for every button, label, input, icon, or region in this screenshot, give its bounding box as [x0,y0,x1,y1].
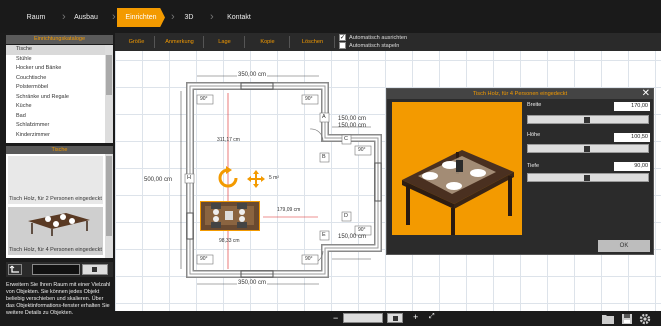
help-text: Erweitern Sie Ihren Raum mit einer Vielz… [6,282,111,316]
save-icon[interactable] [621,313,633,325]
export-icon[interactable] [8,264,22,275]
catalog-list: Tische Stühle Hocker und Bänke Couchtisc… [6,45,113,143]
product-card[interactable]: Tisch Holz, für 4 Personen eingedeckt [8,207,103,255]
zoom-in-button[interactable]: + [413,312,418,322]
catalog-item[interactable]: Küche [6,102,113,112]
angle-label: 90° [200,256,208,262]
width-label: Breite [527,102,542,108]
catalog-scrollbar[interactable] [105,45,113,143]
angle-label: 90° [358,147,366,153]
area-label: 5 m² [269,175,279,181]
dimension-bottom: 350,00 cm [237,280,268,286]
product-scrollbar[interactable] [105,154,113,258]
nav-step-kontakt[interactable]: Kontakt [222,8,256,27]
close-icon[interactable]: ✕ [642,89,650,99]
width-value[interactable]: 170,00 [614,102,650,111]
catalog-item[interactable]: Polstermöbel [6,83,113,93]
product-list: Tisch Holz, für 2 Personen eingedeckt Ti… [6,154,113,258]
dialog-title: Tisch Holz, für 4 Personen eingedeckt [387,89,653,99]
dimension-inner: 311,17 cm [217,137,240,143]
left-toolbar [6,262,113,277]
catalog-title: Einrichtungskataloge [6,35,113,44]
selected-table-object[interactable] [200,201,260,231]
chevron-right-icon: › [171,11,175,23]
wall-letter[interactable]: A [322,114,326,120]
height-label: Höhe [527,132,541,138]
depth-slider[interactable] [527,173,649,182]
delete-button[interactable]: Löschen [291,36,335,48]
dimension-inner: 179,09 cm [277,207,301,213]
canvas-toolbar: Größe Anmerkung Lage Kopie Löschen ✓ Auto… [115,33,661,51]
size-button[interactable]: Größe [119,36,155,48]
height-slider[interactable] [527,144,649,153]
zoom-handle[interactable] [387,313,403,323]
table-top-view [205,203,254,228]
catalog-item[interactable]: Stühle [6,54,113,64]
chevron-right-icon: › [112,11,116,23]
catalog-item[interactable]: Schränke und Regale [6,92,113,102]
dimension-right-mid: 150,00 cm [338,123,367,129]
height-value[interactable]: 100,50 [614,133,650,142]
wall-letter[interactable]: B [322,154,326,160]
nav-step-ausbau[interactable]: Ausbau [66,8,106,27]
angle-label: 90° [305,96,313,102]
depth-label: Tiefe [527,163,540,169]
auto-align-label: Automatisch ausrichten [349,35,408,41]
width-slider[interactable] [527,115,649,124]
fullscreen-icon[interactable]: ⤢ [429,313,435,321]
left-panel: Einrichtungskataloge Tische Stühle Hocke… [0,33,115,326]
catalog-item[interactable]: Bad [6,111,113,121]
catalog-item[interactable]: Kinderzimmer [6,130,113,140]
wall-letter[interactable]: C [344,136,348,142]
product-slider[interactable] [82,264,108,275]
rotate-icon[interactable] [216,166,242,190]
folder-icon[interactable] [601,313,615,325]
copy-button[interactable]: Kopie [246,36,290,48]
product-card[interactable]: Tisch Holz, für 2 Personen eingedeckt [8,156,103,204]
angle-label: 90° [200,96,208,102]
ok-button[interactable]: OK [598,240,650,252]
catalog-item[interactable]: Tische [6,45,113,55]
product-label: Tisch Holz, für 2 Personen eingedeckt [9,195,102,202]
zoom-out-button[interactable]: − [333,313,338,323]
dimension-inner: 98,33 cm [219,238,240,244]
move-icon[interactable] [246,169,266,189]
check-icon: ✓ [339,34,346,42]
chevron-right-icon: › [210,11,214,23]
dimension-left: 500,00 cm [144,177,173,183]
dimension-top: 350,00 cm [237,72,268,78]
object-info-dialog: Tisch Holz, für 4 Personen eingedeckt ✕ … [386,88,654,255]
wall-letter[interactable]: D [344,213,348,219]
top-navigation: Raum › Ausbau › Einrichten › 3D › Kontak… [0,0,661,33]
nav-step-3d[interactable]: 3D [176,8,202,27]
wall-letter[interactable]: E [322,232,326,238]
gear-icon[interactable] [639,313,651,325]
wall-letter[interactable]: H [187,175,191,181]
auto-stack-checkbox[interactable]: Automatisch stapeln [339,42,399,50]
annotation-button[interactable]: Anmerkung [156,36,204,48]
auto-stack-label: Automatisch stapeln [349,43,400,49]
table-thumbnail-image [28,213,90,236]
dimension-right-bottom: 150,00 cm [338,234,367,240]
zoom-slider[interactable] [343,313,383,323]
product-preview-image [392,102,522,235]
dimension-right-top: 150,00 cm [338,116,367,122]
product-search-input[interactable] [32,264,80,275]
catalog-item[interactable]: Couchtische [6,73,113,83]
catalog-item[interactable]: Hocker und Bänke [6,64,113,74]
catalog-item[interactable]: Schlafzimmer [6,121,113,131]
nav-step-einrichten[interactable]: Einrichten [117,8,165,27]
position-button[interactable]: Lage [205,36,245,48]
nav-step-raum[interactable]: Raum [16,8,56,27]
angle-label: 90° [305,256,313,262]
bottom-bar: − + ⤢ [115,311,661,326]
auto-align-checkbox[interactable]: ✓ Automatisch ausrichten [339,34,407,42]
angle-label: 90° [358,227,366,233]
checkbox-empty-icon [339,42,346,50]
product-label: Tisch Holz, für 4 Personen eingedeckt [9,246,102,253]
depth-value[interactable]: 90,00 [614,162,650,171]
